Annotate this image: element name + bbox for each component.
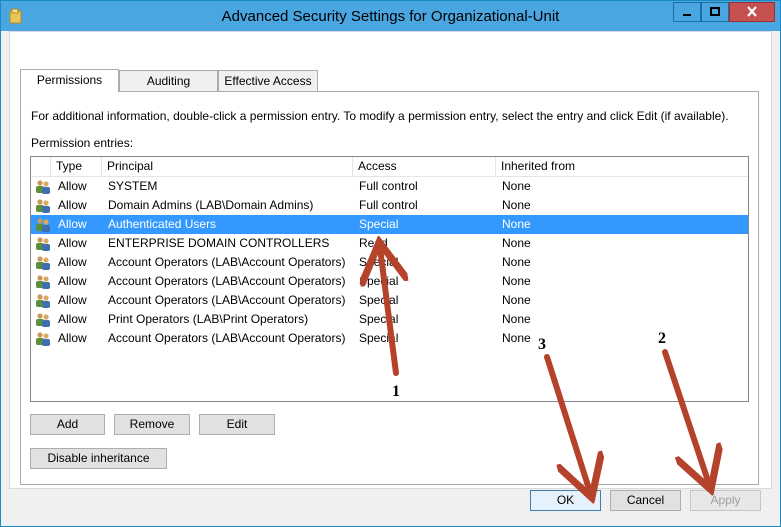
window-title: Advanced Security Settings for Organizat… <box>221 8 560 25</box>
minimize-button[interactable] <box>673 2 701 22</box>
tab-permissions[interactable]: Permissions <box>20 69 119 92</box>
cancel-button[interactable]: Cancel <box>610 490 681 511</box>
table-row[interactable]: Allow Domain Admins (LAB\Domain Admins) Fu… <box>31 196 748 215</box>
maximize-icon <box>710 7 720 16</box>
tab-effective-access[interactable]: Effective Access <box>218 70 318 91</box>
info-text: For additional information, double-click… <box>31 109 729 123</box>
row-inherited-from: None <box>502 274 531 288</box>
table-row[interactable]: Allow ENTERPRISE DOMAIN CONTROLLERS Read No… <box>31 234 748 253</box>
table-row[interactable]: Allow Account Operators (LAB\Account Oper… <box>31 329 748 348</box>
row-principal: Account Operators (LAB\Account Operators… <box>108 331 346 345</box>
row-access: Full control <box>359 198 418 212</box>
apply-button[interactable]: Apply <box>690 490 761 511</box>
disable-inheritance-button[interactable]: Disable inheritance <box>30 448 167 469</box>
add-button[interactable]: Add <box>30 414 105 435</box>
users-icon <box>36 313 50 327</box>
row-type: Allow <box>58 293 87 307</box>
row-type: Allow <box>58 198 87 212</box>
table-row[interactable]: Allow SYSTEM Full control None <box>31 177 748 196</box>
list-header: Type Principal Access Inherited from <box>31 157 748 177</box>
row-access: Special <box>359 293 399 307</box>
row-access: Special <box>359 255 399 269</box>
row-access: Special <box>359 312 399 326</box>
row-inherited-from: None <box>502 255 531 269</box>
users-icon <box>36 275 50 289</box>
permission-entries-list[interactable]: Type Principal Access Inherited from All… <box>30 156 749 402</box>
row-type: Allow <box>58 179 87 193</box>
row-type: Allow <box>58 217 87 231</box>
row-access: Full control <box>359 179 418 193</box>
permission-entries-label: Permission entries: <box>31 136 134 150</box>
edit-button[interactable]: Edit <box>199 414 275 435</box>
row-principal: Domain Admins (LAB\Domain Admins) <box>108 198 314 212</box>
row-type: Allow <box>58 331 87 345</box>
users-icon <box>36 218 50 232</box>
tab-auditing[interactable]: Auditing <box>119 70 218 91</box>
row-inherited-from: None <box>502 198 531 212</box>
row-principal: Account Operators (LAB\Account Operators… <box>108 293 346 307</box>
row-access: Special <box>359 217 399 231</box>
remove-button[interactable]: Remove <box>114 414 190 435</box>
users-icon <box>36 237 50 251</box>
title-bar[interactable]: Advanced Security Settings for Organizat… <box>1 1 780 31</box>
maximize-button[interactable] <box>701 2 729 22</box>
row-inherited-from: None <box>502 331 531 345</box>
row-access: Special <box>359 331 399 345</box>
column-header-inherited-from[interactable]: Inherited from <box>496 157 748 176</box>
users-icon <box>36 180 50 194</box>
row-type: Allow <box>58 274 87 288</box>
minimize-icon <box>683 14 691 16</box>
row-inherited-from: None <box>502 312 531 326</box>
table-row[interactable]: Allow Print Operators (LAB\Print Operator… <box>31 310 748 329</box>
row-type: Allow <box>58 255 87 269</box>
table-row[interactable]: Allow Account Operators (LAB\Account Oper… <box>31 272 748 291</box>
row-principal: Account Operators (LAB\Account Operators… <box>108 274 346 288</box>
row-inherited-from: None <box>502 217 531 231</box>
row-principal: Account Operators (LAB\Account Operators… <box>108 255 346 269</box>
ok-button[interactable]: OK <box>530 490 601 511</box>
users-icon <box>36 199 50 213</box>
table-row[interactable]: Allow Account Operators (LAB\Account Oper… <box>31 253 748 272</box>
row-access: Special <box>359 274 399 288</box>
column-header-access[interactable]: Access <box>353 157 496 176</box>
row-principal: SYSTEM <box>108 179 158 193</box>
column-header-principal[interactable]: Principal <box>102 157 353 176</box>
users-icon <box>36 256 50 270</box>
column-header-icon <box>31 157 51 176</box>
users-icon <box>36 332 50 346</box>
close-button[interactable] <box>729 2 775 22</box>
row-type: Allow <box>58 312 87 326</box>
users-icon <box>36 294 50 308</box>
close-icon <box>747 6 757 17</box>
row-inherited-from: None <box>502 293 531 307</box>
column-header-type[interactable]: Type <box>51 157 102 176</box>
row-inherited-from: None <box>502 236 531 250</box>
table-row[interactable]: Allow Authenticated Users Special None <box>31 215 748 234</box>
row-principal: Authenticated Users <box>108 217 217 231</box>
row-access: Read <box>359 236 388 250</box>
row-type: Allow <box>58 236 87 250</box>
table-row[interactable]: Allow Account Operators (LAB\Account Oper… <box>31 291 748 310</box>
row-inherited-from: None <box>502 179 531 193</box>
row-principal: Print Operators (LAB\Print Operators) <box>108 312 309 326</box>
row-principal: ENTERPRISE DOMAIN CONTROLLERS <box>108 236 330 250</box>
